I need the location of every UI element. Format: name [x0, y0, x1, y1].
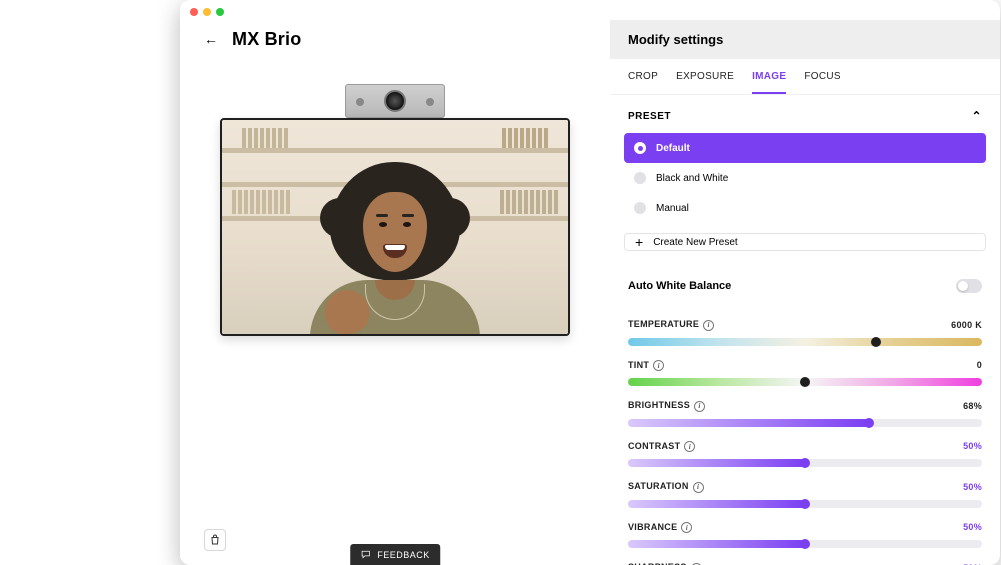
slider-label: VIBRANCE: [628, 522, 677, 532]
slider-value: 50%: [963, 482, 982, 492]
settings-panel: Modify settings CROP EXPOSURE IMAGE FOCU…: [610, 20, 1000, 565]
slider-fill: [628, 540, 805, 548]
chevron-up-icon: ⌃: [971, 109, 982, 123]
slider-thumb[interactable]: [864, 418, 874, 428]
info-icon[interactable]: i: [703, 320, 714, 331]
settings-tabs: CROP EXPOSURE IMAGE FOCUS: [610, 59, 1000, 95]
info-icon[interactable]: i: [684, 441, 695, 452]
info-icon[interactable]: i: [681, 522, 692, 533]
preset-default[interactable]: Default: [624, 133, 986, 163]
create-preset-label: Create New Preset: [653, 237, 737, 248]
slider-value: 50%: [963, 441, 982, 451]
app-window: ← MX Brio: [180, 0, 1000, 565]
window-close-dot[interactable]: [190, 8, 198, 16]
plus-icon: +: [635, 234, 643, 250]
feedback-button[interactable]: FEEDBACK: [350, 544, 440, 565]
radio-icon: [634, 142, 646, 154]
slider-thumb[interactable]: [800, 377, 810, 387]
back-button[interactable]: ←: [204, 31, 218, 47]
slider-thumb[interactable]: [800, 458, 810, 468]
slider-thumb[interactable]: [871, 337, 881, 347]
slider-fill: [628, 419, 869, 427]
slider-contrast: CONTRAST i 50%: [628, 441, 982, 468]
slider-label: TINT: [628, 360, 649, 370]
preset-list: Default Black and White Manual: [610, 133, 1000, 223]
slider-thumb[interactable]: [800, 499, 810, 509]
tab-crop[interactable]: CROP: [628, 71, 658, 94]
preset-section-toggle[interactable]: PRESET ⌃: [610, 95, 1000, 133]
slider-value: 0: [977, 360, 982, 370]
shop-button[interactable]: [204, 529, 226, 551]
webcam-hardware-icon: [345, 84, 445, 118]
info-icon[interactable]: i: [653, 360, 664, 371]
webcam-lens-icon: [384, 90, 406, 112]
slider-value: 50%: [963, 522, 982, 532]
preset-label: Manual: [656, 203, 689, 214]
feedback-label: FEEDBACK: [377, 550, 430, 560]
tab-exposure[interactable]: EXPOSURE: [676, 71, 734, 94]
tab-image[interactable]: IMAGE: [752, 71, 786, 94]
window-minimize-dot[interactable]: [203, 8, 211, 16]
create-preset-button[interactable]: + Create New Preset: [624, 233, 986, 251]
radio-icon: [634, 202, 646, 214]
slider-label: TEMPERATURE: [628, 319, 699, 329]
video-preview[interactable]: [220, 118, 570, 336]
slider-fill: [628, 459, 805, 467]
preview-person: [295, 144, 495, 336]
slider-temperature: TEMPERATURE i 6000 K: [628, 319, 982, 346]
preset-black-and-white[interactable]: Black and White: [624, 163, 986, 193]
vibrance-track[interactable]: [628, 540, 982, 548]
slider-value: 68%: [963, 401, 982, 411]
contrast-track[interactable]: [628, 459, 982, 467]
settings-title: Modify settings: [628, 32, 982, 47]
brightness-track[interactable]: [628, 419, 982, 427]
tab-focus[interactable]: FOCUS: [804, 71, 841, 94]
preset-heading: PRESET: [628, 111, 671, 122]
preset-label: Default: [656, 143, 690, 154]
info-icon[interactable]: i: [694, 401, 705, 412]
window-zoom-dot[interactable]: [216, 8, 224, 16]
saturation-track[interactable]: [628, 500, 982, 508]
slider-vibrance: VIBRANCE i 50%: [628, 522, 982, 549]
temperature-track[interactable]: [628, 338, 982, 346]
settings-header: Modify settings: [610, 20, 1000, 59]
slider-label: BRIGHTNESS: [628, 400, 690, 410]
chat-icon: [360, 549, 371, 560]
slider-fill: [628, 500, 805, 508]
preview-pane: ← MX Brio: [180, 20, 610, 565]
awb-label: Auto White Balance: [628, 280, 731, 292]
info-icon[interactable]: i: [693, 482, 704, 493]
device-title: MX Brio: [232, 29, 301, 50]
slider-value: 6000 K: [951, 320, 982, 330]
slider-label: CONTRAST: [628, 441, 680, 451]
tint-track[interactable]: [628, 378, 982, 386]
awb-toggle[interactable]: [956, 279, 982, 293]
window-titlebar: [180, 4, 1000, 20]
preset-manual[interactable]: Manual: [624, 193, 986, 223]
shopping-bag-icon: [209, 534, 221, 546]
slider-tint: TINT i 0: [628, 360, 982, 387]
slider-label: SATURATION: [628, 481, 689, 491]
slider-brightness: BRIGHTNESS i 68%: [628, 400, 982, 427]
radio-icon: [634, 172, 646, 184]
slider-saturation: SATURATION i 50%: [628, 481, 982, 508]
slider-thumb[interactable]: [800, 539, 810, 549]
preview-scene: [222, 120, 568, 334]
preset-label: Black and White: [656, 173, 728, 184]
